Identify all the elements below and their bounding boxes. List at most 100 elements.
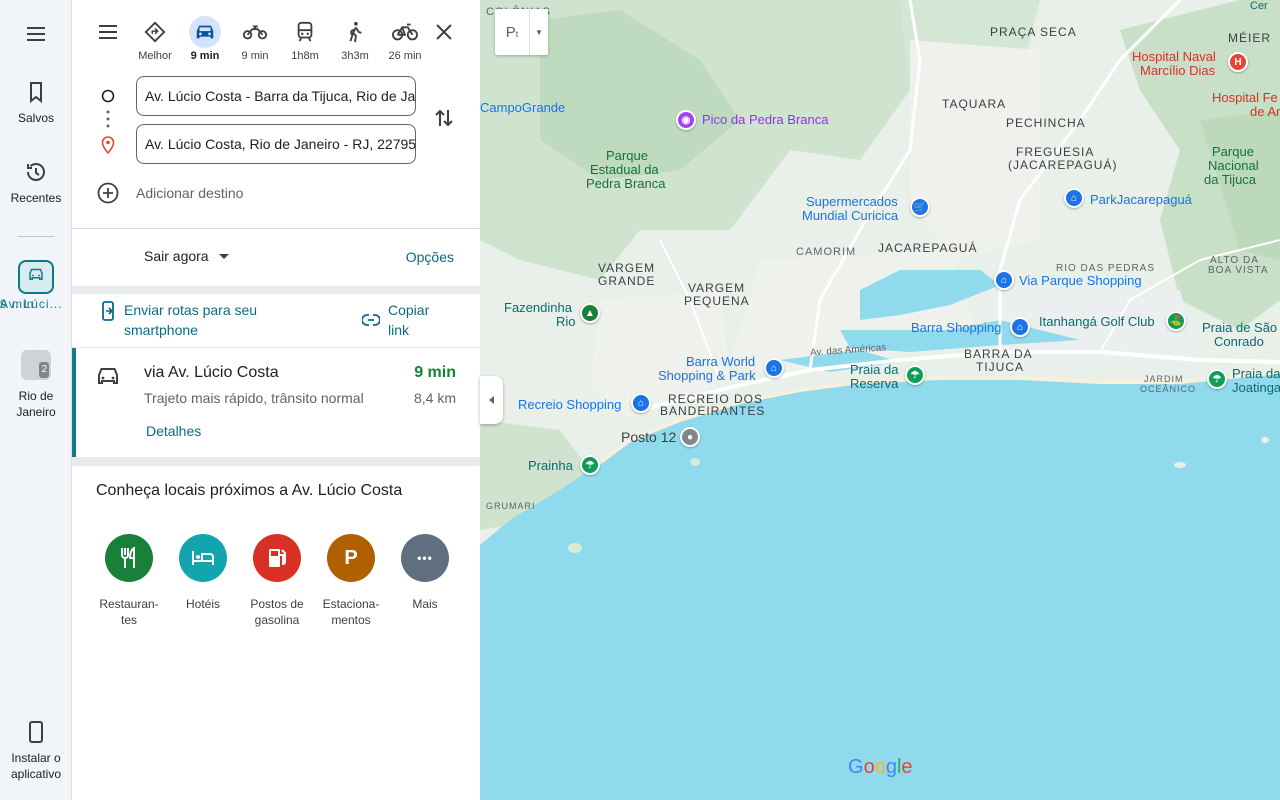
destination-pin-icon [101, 136, 115, 154]
shopping-bag-pin-icon[interactable]: ⌂ [994, 270, 1014, 290]
map-label: TAQUARA [942, 97, 1007, 111]
destination-input[interactable]: Av. Lúcio Costa, Rio de Janeiro - RJ, 22… [136, 124, 416, 164]
menu-button[interactable] [96, 20, 120, 49]
map-poi-label[interactable]: Posto 12 [621, 430, 676, 444]
shopping-bag-pin-icon[interactable]: ⌂ [764, 358, 784, 378]
map-poi-label[interactable]: Hospital Naval [1132, 50, 1216, 63]
map-poi-label[interactable]: ParkJacarepaguá [1090, 193, 1192, 206]
category-gas-stations[interactable]: Postos de gasolina [240, 534, 314, 628]
depart-now-dropdown[interactable]: Sair agora [144, 248, 231, 264]
category-label: mentos [331, 613, 371, 627]
mode-transit-label: 1h8m [291, 50, 319, 62]
mode-best[interactable]: Melhor [130, 16, 180, 62]
map-poi-label[interactable]: Recreio Shopping [518, 398, 621, 411]
map-poi-label[interactable]: Via Parque Shopping [1019, 274, 1142, 287]
map-poi-label[interactable]: Praia de São [1202, 321, 1277, 334]
add-circle-icon [97, 182, 119, 204]
category-label: Mais [412, 597, 438, 611]
map-label: CAMORIM [796, 246, 857, 258]
category-hotels[interactable]: Hotéis [166, 534, 240, 628]
camera-pin-icon[interactable]: ◉ [676, 110, 696, 130]
shopping-cart-pin-icon[interactable]: 🛒 [910, 197, 930, 217]
route-option[interactable]: via Av. Lúcio Costa Trajeto mais rápido,… [72, 347, 480, 458]
map-poi-label[interactable]: Itanhangá Golf Club [1039, 315, 1155, 328]
category-label: tes [120, 613, 137, 627]
map-label: PECHINCHA [1006, 116, 1086, 130]
close-icon [436, 24, 452, 40]
map-poi-label[interactable]: Joatinga [1232, 381, 1280, 394]
map-park-label: da Tijuca [1204, 172, 1257, 187]
mode-walk[interactable]: 3h3m [330, 16, 380, 62]
copy-link-button[interactable]: Copiar link [362, 300, 448, 340]
add-destination-button[interactable]: Adicionar destino [96, 181, 243, 205]
divider [72, 286, 480, 294]
close-directions-button[interactable] [432, 20, 456, 49]
restaurant-icon [105, 534, 153, 582]
map-canvas[interactable]: COLÔNIAS PRAÇA SECA MÉIER CampoGrande ◉ … [480, 0, 1280, 800]
copy-link-label: Copiar link [388, 302, 430, 338]
origin-input[interactable]: Av. Lúcio Costa - Barra da Tijuca, Rio d… [136, 76, 416, 116]
install-label-2: aplicativo [10, 767, 62, 781]
motorcycle-icon [242, 25, 268, 40]
mode-transit[interactable]: 1h8m [280, 16, 330, 62]
map-poi-label[interactable]: Marcílio Dias [1140, 64, 1215, 77]
shopping-bag-pin-icon[interactable]: ⌂ [1010, 317, 1030, 337]
location-pin-icon[interactable]: ● [680, 427, 700, 447]
rail-menu-button[interactable] [0, 22, 72, 52]
google-logo: Google [848, 756, 913, 778]
options-button[interactable]: Opções [406, 249, 454, 265]
rail-current-route[interactable]: Av. Lúci... 9 min [0, 260, 72, 311]
rail-car-time: 9 min [0, 297, 35, 311]
category-restaurants[interactable]: Restauran- tes [92, 534, 166, 628]
mode-bicycle[interactable]: 26 min [380, 16, 430, 62]
shopping-bag-pin-icon[interactable]: ⌂ [1064, 188, 1084, 208]
hospital-pin-icon[interactable]: H [1228, 52, 1248, 72]
category-label: Hotéis [185, 597, 220, 611]
collapse-panel-button[interactable] [480, 376, 503, 424]
map-poi-label[interactable]: Supermercados [806, 195, 898, 208]
map-park-label: Nacional [1208, 158, 1259, 173]
map-poi-label[interactable]: Pico da Pedra Branca [702, 113, 828, 126]
rail-recent[interactable]: Recentes [0, 160, 72, 206]
park-pin-icon[interactable]: ▲ [580, 303, 600, 323]
mode-car[interactable]: 9 min [180, 16, 230, 62]
map-poi-label[interactable]: Rio [556, 315, 576, 328]
map-poi-label[interactable]: Hospital Fe [1212, 91, 1278, 104]
add-destination-label: Adicionar destino [136, 185, 244, 201]
map-poi-label[interactable]: Reserva [850, 377, 898, 390]
map-poi-label[interactable]: Mundial Curicica [802, 209, 898, 222]
rail-saved[interactable]: Salvos [0, 80, 72, 126]
selected-route-bar [72, 348, 76, 458]
category-parking[interactable]: P Estaciona- mentos [314, 534, 388, 628]
map-poi-label[interactable]: de Ar [1250, 105, 1280, 118]
mode-motorcycle[interactable]: 9 min [230, 16, 280, 62]
map-park-label: Parque [606, 148, 648, 163]
beach-pin-icon[interactable]: ☂ [905, 365, 925, 385]
mode-motorcycle-label: 9 min [241, 50, 269, 62]
map-layer-button[interactable]: Pt ▼ [495, 9, 548, 55]
category-more[interactable]: ••• Mais [388, 534, 462, 628]
golf-pin-icon[interactable]: ⛳ [1166, 311, 1186, 331]
map-poi-label[interactable]: Praia da [850, 363, 898, 376]
send-to-phone-button[interactable]: Enviar rotas para seu smartphone [100, 300, 294, 340]
map-poi-label[interactable]: Barra World [686, 355, 755, 368]
map-poi-label[interactable]: Barra Shopping [911, 321, 1001, 334]
map-poi-label[interactable]: Praia da [1232, 367, 1280, 380]
beach-pin-icon[interactable]: ☂ [580, 455, 600, 475]
map-park-label: Parque [1212, 144, 1254, 159]
map-poi-label[interactable]: Conrado [1214, 335, 1264, 348]
parking-layer-icon: Pt [505, 23, 519, 41]
rail-rio[interactable]: 2 Rio de Janeiro [0, 350, 72, 420]
beach-pin-icon[interactable]: ☂ [1207, 369, 1227, 389]
map-poi-label[interactable]: Shopping & Park [658, 369, 756, 382]
route-details-link[interactable]: Detalhes [146, 423, 201, 439]
history-icon [27, 163, 45, 181]
map-poi-label[interactable]: Fazendinha [504, 301, 572, 314]
map-label: JACAREPAGUÁ [878, 241, 978, 255]
shopping-bag-pin-icon[interactable]: ⌂ [631, 393, 651, 413]
map-label: TIJUCA [976, 360, 1024, 374]
chevron-down-icon: ▼ [529, 9, 548, 55]
map-poi-label[interactable]: Prainha [528, 459, 573, 472]
rail-install-app[interactable]: Instalar o aplicativo [0, 720, 72, 782]
swap-waypoints-button[interactable] [432, 106, 456, 135]
